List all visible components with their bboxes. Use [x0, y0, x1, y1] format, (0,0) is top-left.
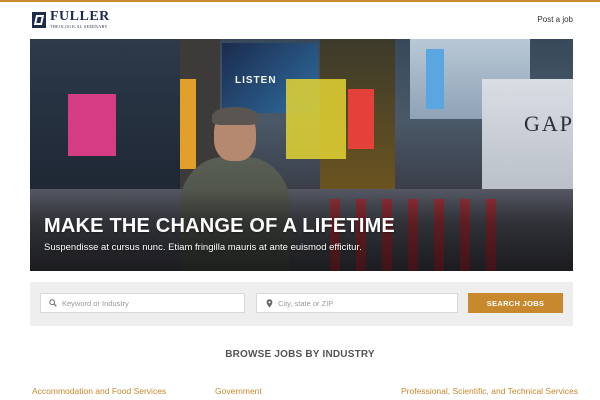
industry-link-accommodation[interactable]: Accommodation and Food Services — [32, 386, 166, 396]
hero-banner: LISTEN GAP MAKE THE CHANGE OF A LIFETIME… — [30, 39, 573, 271]
hero-photo-person-hair — [212, 107, 258, 125]
hero-subtitle: Suspendisse at cursus nunc. Etiam fringi… — [44, 242, 362, 253]
post-job-link[interactable]: Post a job — [537, 15, 573, 24]
hero-photo-sign — [426, 49, 444, 109]
keyword-field[interactable] — [40, 293, 245, 313]
logo-subtitle: THEOLOGICAL SEMINARY — [50, 24, 108, 29]
site-logo[interactable]: FULLER THEOLOGICAL SEMINARY — [32, 10, 110, 29]
hero-photo-sign-text: LISTEN — [235, 75, 277, 86]
industry-link-professional-services[interactable]: Professional, Scientific, and Technical … — [401, 386, 578, 396]
keyword-input[interactable] — [62, 298, 244, 308]
site-header: FULLER THEOLOGICAL SEMINARY Post a job — [0, 2, 600, 38]
hero-photo-sign — [68, 94, 116, 156]
location-input[interactable] — [278, 298, 457, 308]
logo-wordmark: FULLER THEOLOGICAL SEMINARY — [50, 10, 110, 29]
hero-photo-sign — [348, 89, 374, 149]
location-field[interactable] — [256, 293, 458, 313]
job-search-bar: SEARCH JOBS — [30, 282, 573, 326]
hero-photo-store-text: GAP — [524, 111, 573, 136]
search-jobs-button[interactable]: SEARCH JOBS — [468, 293, 563, 313]
browse-industry-heading: BROWSE JOBS BY INDUSTRY — [225, 349, 375, 360]
map-pin-icon — [262, 296, 276, 310]
industry-link-government[interactable]: Government — [215, 386, 262, 396]
hero-title: MAKE THE CHANGE OF A LIFETIME — [44, 215, 395, 237]
logo-mark-icon — [32, 11, 46, 28]
logo-name: FULLER — [50, 9, 110, 24]
search-icon — [46, 296, 60, 310]
hero-photo-sign — [286, 79, 346, 159]
